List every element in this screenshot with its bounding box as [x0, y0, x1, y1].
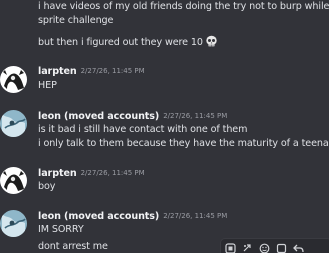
avatar[interactable]: [0, 110, 27, 137]
message-text: is it bad i still have contact with one …: [38, 124, 248, 135]
message-header: leon (moved accounts) 2/27/26, 11:45 PM: [38, 110, 227, 123]
skull-emoji: [205, 35, 218, 52]
avatar[interactable]: [0, 210, 27, 237]
app-icon[interactable]: [224, 242, 237, 253]
avatar[interactable]: [0, 66, 27, 93]
username[interactable]: leon (moved accounts): [38, 211, 159, 222]
username[interactable]: larpten: [38, 168, 77, 179]
message-text: i only talk to them because they have th…: [38, 138, 329, 149]
message-text-content: but then i figured out they were 10: [38, 37, 203, 48]
forward-icon[interactable]: [275, 242, 288, 253]
message-header: larpten 2/27/26, 11:45 PM: [38, 65, 145, 78]
message-text: dont arrest me: [38, 241, 108, 252]
timestamp: 2/27/26, 11:45 PM: [80, 169, 145, 177]
timestamp: 2/27/26, 11:45 PM: [80, 67, 145, 75]
message-header: larpten 2/27/26, 11:45 PM: [38, 167, 145, 180]
chat-log: i have videos of my old friends doing th…: [0, 0, 329, 253]
username[interactable]: larpten: [38, 66, 77, 77]
reply-icon[interactable]: [292, 242, 305, 253]
message-text: i have videos of my old friends doing th…: [38, 1, 329, 12]
emoji-icon[interactable]: [258, 242, 271, 253]
timestamp: 2/27/26, 11:45 PM: [163, 112, 228, 120]
message-text: IM SORRY: [38, 224, 84, 235]
message-text: but then i figured out they were 10: [38, 35, 218, 52]
message-header: leon (moved accounts) 2/27/26, 11:45 PM: [38, 210, 227, 223]
message-text: boy: [38, 181, 56, 192]
reaction-icon[interactable]: [241, 242, 254, 253]
message-hover-toolbar: [220, 238, 329, 253]
message-text: HEP: [38, 80, 57, 91]
message-text: sprite challenge: [38, 15, 114, 26]
timestamp: 2/27/26, 11:45 PM: [163, 212, 228, 220]
avatar[interactable]: [0, 167, 27, 194]
username[interactable]: leon (moved accounts): [38, 111, 159, 122]
